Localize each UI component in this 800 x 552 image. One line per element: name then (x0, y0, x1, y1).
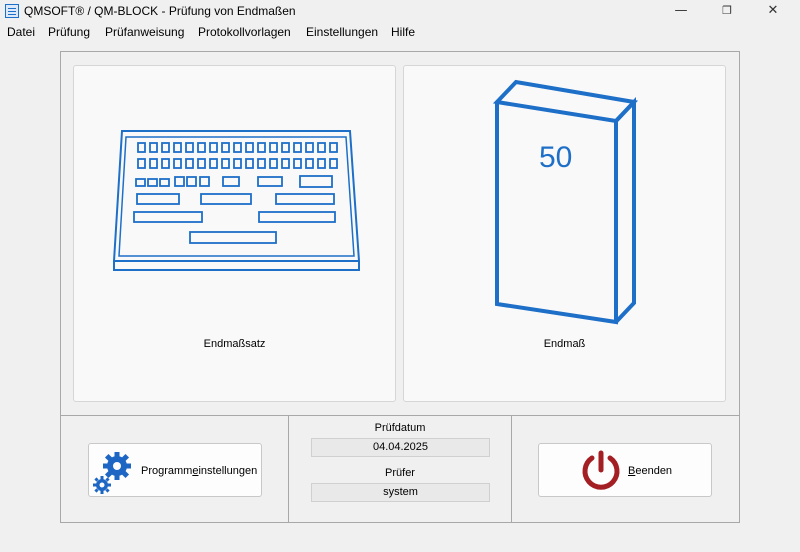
program-settings-button[interactable]: Programmeinstellungen (88, 443, 262, 497)
test-date-field: 04.04.2025 (311, 438, 490, 457)
power-icon (582, 450, 620, 490)
menu-protokollvorlagen[interactable]: Protokollvorlagen (196, 25, 293, 39)
gauge-block-tile[interactable]: 50 Endmaß (403, 65, 726, 402)
menu-bar: Datei Prüfung Prüfanweisung Protokollvor… (0, 23, 800, 43)
menu-datei[interactable]: Datei (5, 25, 37, 39)
main-panel: Endmaßsatz 50 Endmaß Programmeinstellung… (60, 51, 740, 523)
program-settings-label: Programmeinstellungen (141, 465, 258, 477)
close-button[interactable]: ✕ (750, 0, 796, 22)
maximize-button[interactable]: ❐ (704, 0, 750, 22)
menu-hilfe[interactable]: Hilfe (389, 25, 417, 39)
footer-area: Programmeinstellungen Prüfdatum 04.04.20… (61, 415, 739, 523)
gauge-block-label: Endmaß (543, 338, 586, 350)
menu-einstellungen[interactable]: Einstellungen (304, 25, 380, 39)
title-bar: QMSOFT® / QM-BLOCK - Prüfung von Endmaße… (0, 0, 800, 22)
exit-button[interactable]: Beenden (538, 443, 712, 497)
gauge-block-set-label: Endmaßsatz (203, 338, 266, 350)
test-info-panel: Prüfdatum 04.04.2025 Prüfer system (288, 416, 512, 523)
menu-pruefanweisung[interactable]: Prüfanweisung (103, 25, 186, 39)
gauge-block-value: 50 (539, 141, 573, 174)
gears-icon (93, 452, 131, 494)
tester-field: system (311, 483, 490, 502)
app-icon (5, 4, 19, 18)
gauge-block-set-icon (112, 130, 361, 271)
exit-label: Beenden (628, 465, 673, 477)
minimize-button[interactable]: — (658, 0, 704, 22)
gauge-block-set-tile[interactable]: Endmaßsatz (73, 65, 396, 402)
window-title: QMSOFT® / QM-BLOCK - Prüfung von Endmaße… (24, 4, 296, 18)
gauge-block-icon (492, 79, 639, 325)
test-date-label: Prüfdatum (374, 422, 426, 434)
menu-pruefung[interactable]: Prüfung (46, 25, 92, 39)
tester-label: Prüfer (385, 467, 415, 479)
